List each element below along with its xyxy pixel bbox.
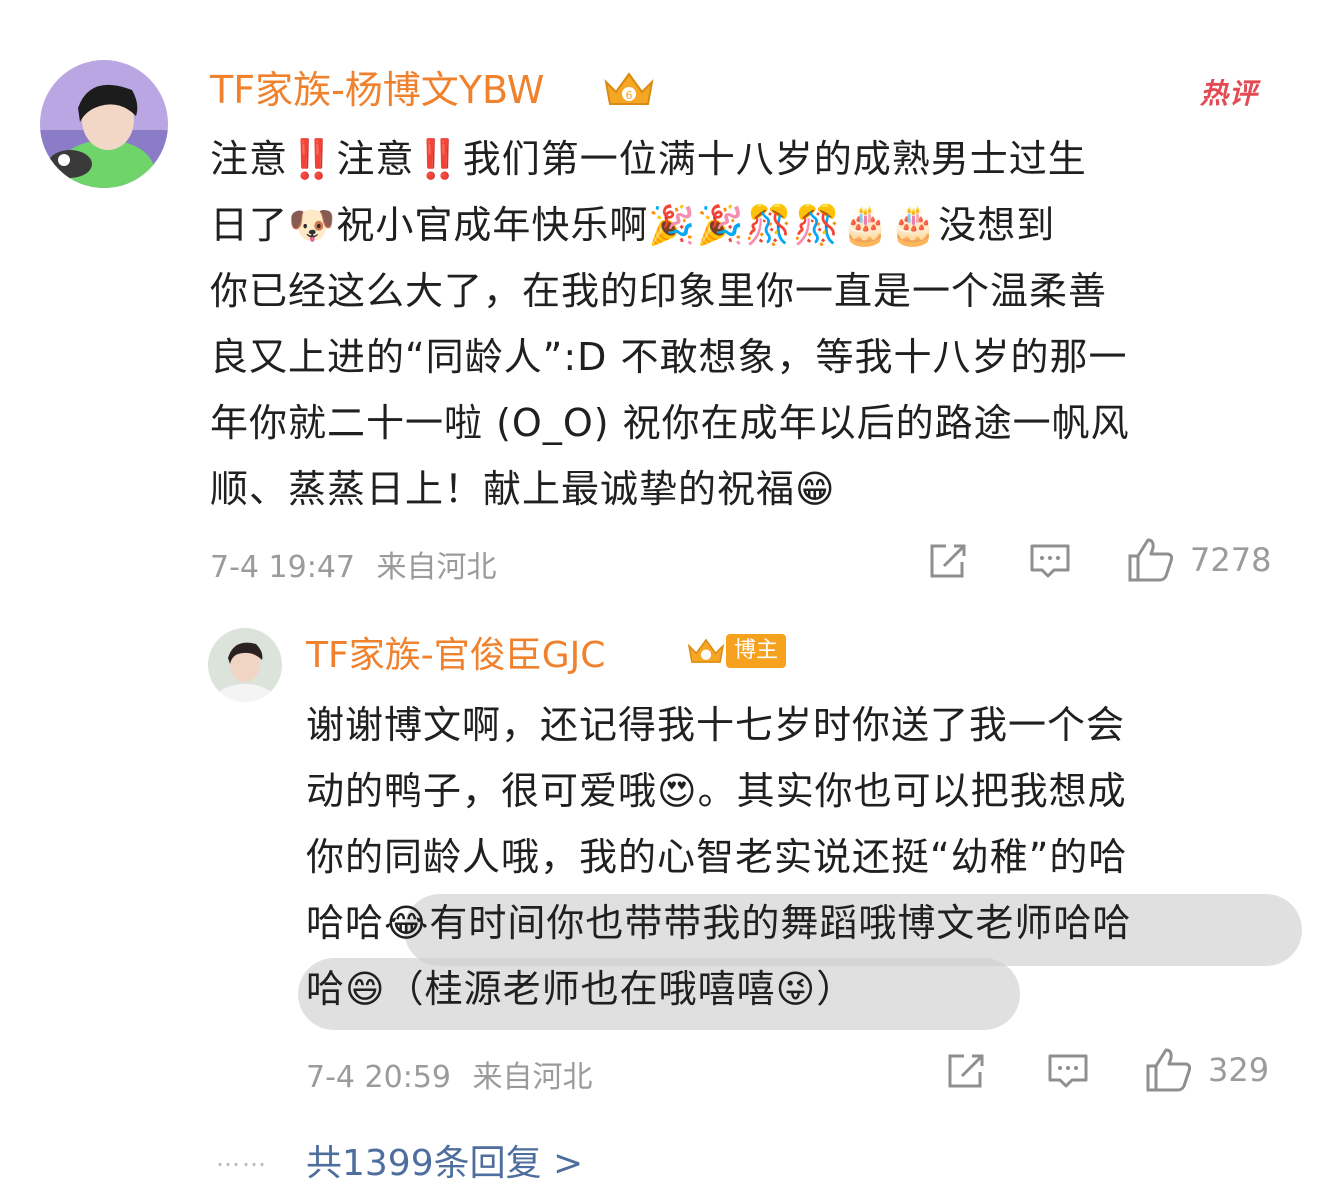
comment-line-1: 注意‼️注意‼️我们第一位满十八岁的成熟男士过生 — [210, 126, 1290, 192]
blogger-badge: 博主 — [726, 634, 787, 668]
text-segment: 没想到 — [938, 203, 1056, 247]
reply-text: 谢谢博文啊，还记得我十七岁时你送了我一个会 动的鸭子，很可爱哦😍。其实你也可以把… — [306, 692, 1296, 1022]
reply-line-2: 动的鸭子，很可爱哦😍。其实你也可以把我想成 — [306, 758, 1296, 824]
like-icon — [1128, 538, 1174, 582]
reply-like-button[interactable]: 329 — [1144, 1046, 1269, 1094]
comment-meta: 7-4 19:47 来自河北 — [210, 542, 497, 586]
like-count: 7278 — [1190, 541, 1272, 579]
text-segment: 。其实你也可以把我想成 — [697, 769, 1127, 813]
reply-line-5: 哈😄（桂源老师也在哦嘻嘻😜） — [306, 956, 1296, 1022]
double-exclamation-emoji: ‼️ — [414, 137, 463, 181]
smile-emoji: 😄 — [345, 967, 386, 1011]
divider-dots: …… — [216, 1144, 268, 1172]
text-segment: 动的鸭子，很可爱哦 — [306, 769, 658, 813]
text-segment: 谢谢博文啊，还记得我十七岁时你送了我一个会 — [306, 703, 1126, 747]
reply-meta: 7-4 20:59 来自河北 — [306, 1052, 593, 1096]
text-segment: 哈哈 — [306, 901, 385, 945]
text-segment: ） — [816, 967, 856, 1011]
crown-badge-icon: 博主 — [686, 632, 787, 670]
reply-line-1: 谢谢博文啊，还记得我十七岁时你送了我一个会 — [306, 692, 1296, 758]
comment-text: 注意‼️注意‼️我们第一位满十八岁的成熟男士过生 日了🐶祝小官成年快乐啊🎉🎉🎊🎊… — [210, 126, 1290, 522]
reply-avatar[interactable] — [208, 628, 282, 702]
share-icon — [930, 544, 966, 578]
text-segment: 你的同龄人哦，我的心智老实说还挺“幼稚”的哈 — [306, 835, 1128, 879]
reply-location: 来自河北 — [472, 1060, 593, 1095]
comment-icon — [1030, 544, 1070, 578]
tears-of-joy-emoji: 😂 — [384, 901, 430, 945]
text-segment: 哈 — [306, 967, 346, 1011]
grin-emoji: 😁 — [795, 467, 836, 511]
reply-username[interactable]: TF家族-官俊臣GJC — [306, 634, 605, 678]
text-segment: 年你就二十一啦 (O_O) 祝你在成年以后的路途一帆风 — [210, 401, 1130, 445]
reply-like-count: 329 — [1208, 1051, 1270, 1089]
share-button[interactable] — [926, 540, 970, 582]
text-segment: 祝小官成年快乐啊 — [336, 203, 649, 247]
reply-line-3: 你的同龄人哦，我的心智老实说还挺“幼稚”的哈 — [306, 824, 1296, 890]
text-segment: （桂源老师也在哦嘻嘻 — [385, 967, 776, 1011]
hot-tag-text: 热评 — [1200, 77, 1259, 110]
double-exclamation-emoji: ‼️ — [288, 137, 337, 181]
share-icon — [948, 1054, 984, 1088]
text-segment: 良又上进的“同龄人”:D 不敢想象，等我十八岁的那一 — [210, 335, 1128, 379]
comment-line-6: 顺、蒸蒸日上！献上最诚挚的祝福😁 — [210, 456, 1290, 522]
comment-icon — [1048, 1054, 1088, 1088]
like-button[interactable]: 7278 — [1126, 536, 1271, 584]
reply-line-4: 哈哈😂有时间你也带带我的舞蹈哦博文老师哈哈 — [306, 890, 1296, 956]
svg-text:6: 6 — [626, 89, 633, 102]
text-segment: 你已经这么大了，在我的印象里你一直是一个温柔善 — [210, 269, 1108, 313]
celebration-emoji-group: 🎉🎉🎊🎊🎂🎂 — [648, 203, 939, 247]
comment-line-4: 良又上进的“同龄人”:D 不敢想象，等我十八岁的那一 — [210, 324, 1290, 390]
wink-tongue-emoji: 😜 — [775, 967, 817, 1011]
heart-eyes-emoji: 😍 — [657, 769, 698, 813]
username-text[interactable]: TF家族-杨博文YBW — [210, 68, 544, 112]
replies-label[interactable]: 共1399条回复 > — [306, 1143, 583, 1184]
text-segment: 顺、蒸蒸日上！献上最诚挚的祝福 — [210, 467, 796, 511]
comment-line-5: 年你就二十一啦 (O_O) 祝你在成年以后的路途一帆风 — [210, 390, 1290, 456]
username-text[interactable]: TF家族-官俊臣GJC — [306, 635, 605, 676]
comment-line-3: 你已经这么大了，在我的印象里你一直是一个温柔善 — [210, 258, 1290, 324]
crown-badge-icon: 6 — [602, 68, 656, 110]
text-segment: 日了 — [210, 203, 289, 247]
text-segment: 我们第一位满十八岁的成熟男士过生 — [462, 137, 1087, 181]
comment-button[interactable] — [1028, 540, 1072, 582]
hot-comment-tag: 热评 — [1200, 72, 1258, 112]
avatar[interactable] — [40, 60, 168, 188]
reply-share-button[interactable] — [944, 1050, 988, 1092]
text-segment: 有时间你也带带我的舞蹈哦博文老师哈哈 — [429, 901, 1132, 945]
doge-emoji: 🐶 — [288, 203, 337, 247]
view-replies-link[interactable]: 共1399条回复 > — [306, 1134, 583, 1186]
text-segment: 注意 — [336, 137, 415, 181]
comment-username[interactable]: TF家族-杨博文YBW — [210, 68, 544, 112]
comment-location: 来自河北 — [376, 550, 497, 585]
dots-text: …… — [216, 1144, 268, 1172]
comment-line-2: 日了🐶祝小官成年快乐啊🎉🎉🎊🎊🎂🎂没想到 — [210, 192, 1290, 258]
reply-comment-button[interactable] — [1046, 1050, 1090, 1092]
like-icon — [1146, 1048, 1192, 1092]
text-segment: 注意 — [210, 137, 289, 181]
reply-time: 7-4 20:59 — [306, 1060, 451, 1095]
comment-time: 7-4 19:47 — [210, 550, 355, 585]
